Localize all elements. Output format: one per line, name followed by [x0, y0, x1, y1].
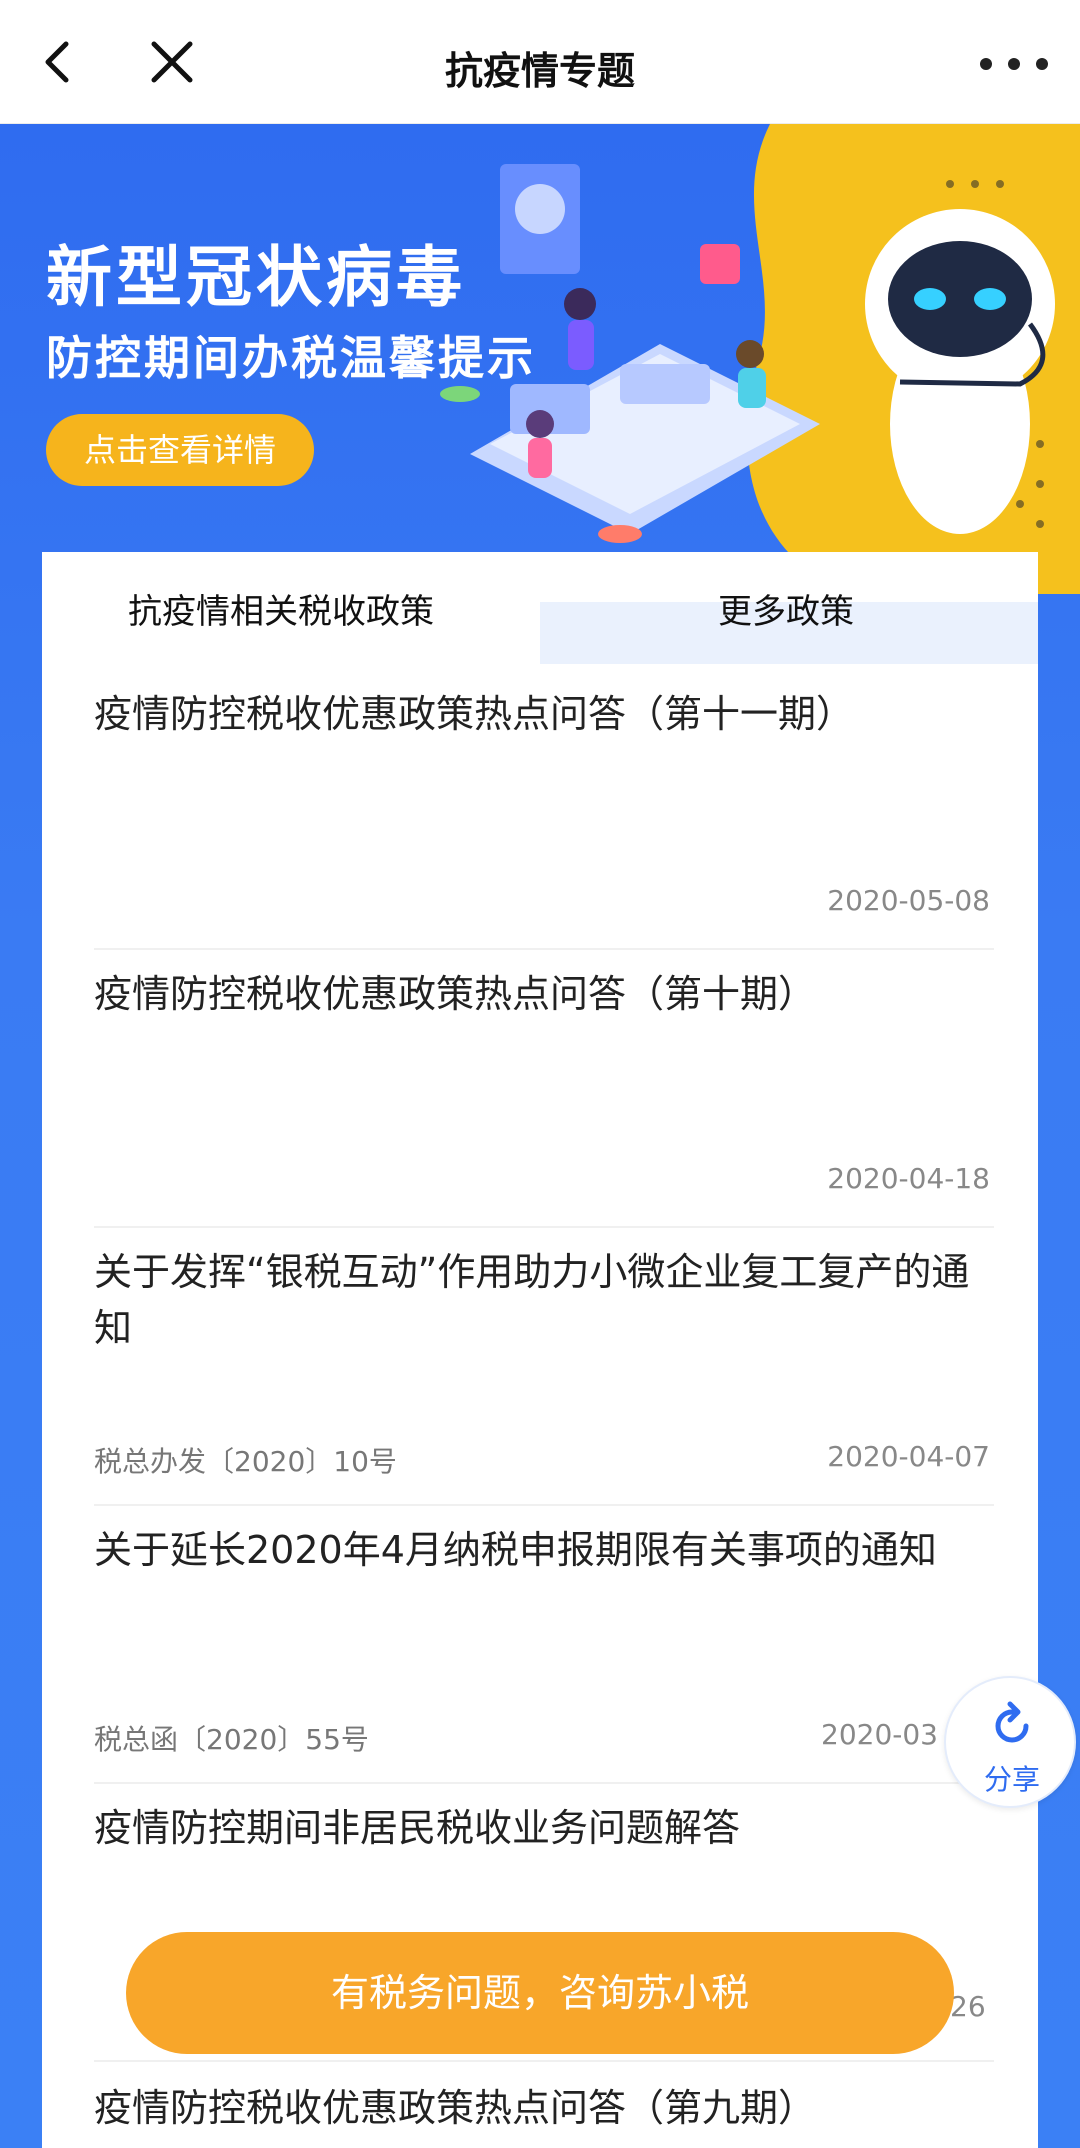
tab-bar: 抗疫情相关税收政策 更多政策	[42, 552, 1038, 664]
more-options-button[interactable]	[972, 44, 1056, 84]
list-item[interactable]: 疫情防控税收优惠政策热点问答（第十一期） 2020-05-08	[94, 670, 994, 950]
item-title: 疫情防控税收优惠政策热点问答（第十一期）	[94, 692, 855, 736]
list-item[interactable]: 疫情防控税收优惠政策热点问答（第九期）	[94, 2062, 994, 2148]
tab-more-policies[interactable]: 更多政策	[718, 584, 854, 633]
item-document-number: 税总办发〔2020〕10号	[94, 1445, 397, 1478]
item-date: 2020-04-18	[827, 1162, 990, 1195]
share-label: 分享	[983, 1763, 1040, 1796]
refresh-share-icon	[995, 1701, 1029, 1743]
item-date: 2020-03	[821, 1718, 938, 1751]
banner-title: 新型冠状病毒	[46, 239, 466, 316]
item-date: 2020-04-07	[827, 1440, 990, 1473]
item-title: 疫情防控期间非居民税收业务问题解答	[94, 1806, 741, 1850]
item-title: 关于发挥“银税互动”作用助力小微企业复工复产的通知	[94, 1250, 970, 1350]
more-dots-icon	[980, 58, 1048, 70]
banner-subtitle: 防控期间办税温馨提示	[46, 331, 536, 385]
policy-card: 抗疫情相关税收政策 更多政策 疫情防控税收优惠政策热点问答（第十一期） 2020…	[42, 552, 1038, 2148]
hero-banner[interactable]: 新型冠状病毒 防控期间办税温馨提示 点击查看详情	[0, 124, 1080, 594]
item-title: 疫情防控税收优惠政策热点问答（第九期）	[94, 2086, 817, 2130]
share-button[interactable]: 分享	[944, 1676, 1076, 1808]
item-date-fragment: 26	[950, 1990, 986, 2023]
page-title: 抗疫情专题	[444, 49, 635, 93]
tab-epidemic-tax-policy[interactable]: 抗疫情相关税收政策	[128, 584, 434, 633]
item-title: 疫情防控税收优惠政策热点问答（第十期）	[94, 972, 817, 1016]
consult-button[interactable]: 有税务问题，咨询苏小税	[126, 1932, 954, 2054]
item-date: 2020-05-08	[827, 884, 990, 917]
list-item[interactable]: 关于发挥“银税互动”作用助力小微企业复工复产的通知 税总办发〔2020〕10号 …	[94, 1228, 994, 1506]
list-item[interactable]: 疫情防控税收优惠政策热点问答（第十期） 2020-04-18	[94, 950, 994, 1228]
item-title: 关于延长2020年4月纳税申报期限有关事项的通知	[94, 1528, 937, 1572]
item-document-number: 税总函〔2020〕55号	[94, 1723, 369, 1756]
list-item[interactable]: 关于延长2020年4月纳税申报期限有关事项的通知 税总函〔2020〕55号 20…	[94, 1506, 994, 1784]
top-navigation-bar: 抗疫情专题	[0, 0, 1080, 124]
view-details-button[interactable]: 点击查看详情	[46, 414, 314, 486]
